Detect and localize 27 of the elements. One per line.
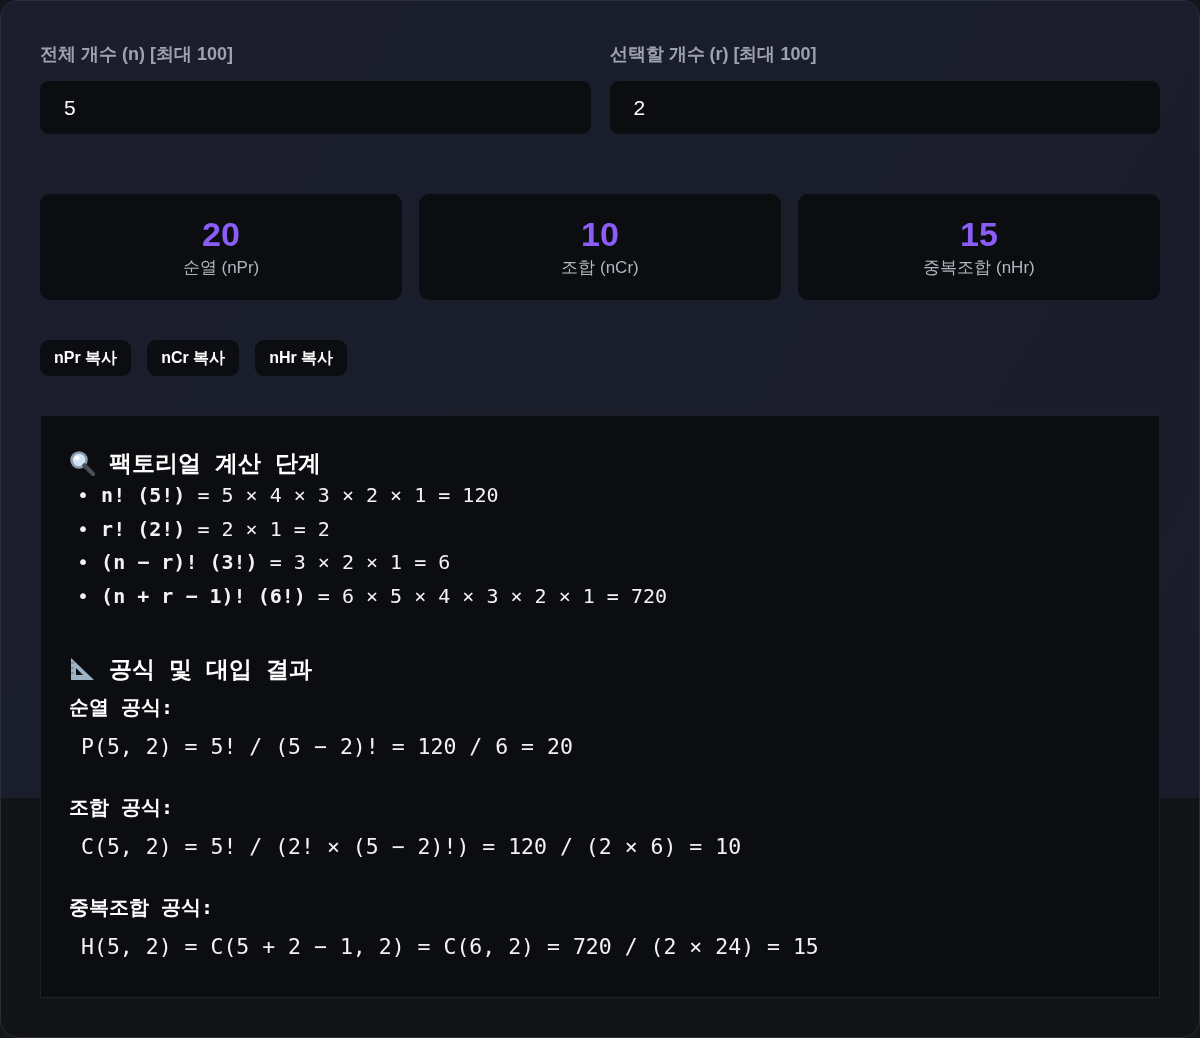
section-title: 팩토리얼 계산 단계 <box>109 448 321 478</box>
formula-label: 조합 공식: <box>69 795 175 819</box>
result-value: 10 <box>581 215 619 253</box>
factorial-step: • (n − r)! (3!) = 3 × 2 × 1 = 6 <box>69 546 1131 580</box>
result-value: 15 <box>960 215 998 253</box>
result-label: 순열 (nPr) <box>182 257 260 279</box>
factorial-step: • (n + r − 1)! (6!) = 6 × 5 × 4 × 3 × 2 × 1 = 720 <box>69 579 1131 613</box>
triangle-ruler-icon <box>69 656 95 682</box>
copy-button[interactable]: nPr 복사 <box>40 340 132 376</box>
formula-label: 중복조합 공식: <box>69 895 215 919</box>
copy-button[interactable]: nHr 복사 <box>255 340 348 376</box>
formula-expression: C(5, 2) = 5! / (2! × (5 − 2)!) = 120 / (2 × 6) = 10 <box>80 833 743 861</box>
result-label: 중복조합 (nHr) <box>923 257 1035 279</box>
formula-expression: P(5, 2) = 5! / (5 − 2)! = 120 / 6 = 20 <box>80 733 574 761</box>
field-label: 전체 개수 (n) [최대 100] <box>40 43 234 65</box>
number-input[interactable]: 5 <box>40 81 591 134</box>
formula-expression: H(5, 2) = C(5 + 2 − 1, 2) = C(6, 2) = 720 / (2 × 24) = 15 <box>80 933 820 961</box>
result-value: 20 <box>202 215 240 253</box>
copy-button[interactable]: nCr 복사 <box>147 340 240 376</box>
formula-label: 순열 공식: <box>69 695 175 719</box>
result-label: 조합 (nCr) <box>561 257 639 279</box>
factorial-step: • r! (2!) = 2 × 1 = 2 <box>69 512 1131 546</box>
factorial-step: • n! (5!) = 5 × 4 × 3 × 2 × 1 = 120 <box>69 479 1131 513</box>
section-title: 공식 및 대입 결과 <box>109 654 312 684</box>
field-label: 선택할 개수 (r) [최대 100] <box>609 43 818 65</box>
magnifier-icon <box>69 450 95 476</box>
number-input[interactable]: 2 <box>609 81 1160 134</box>
